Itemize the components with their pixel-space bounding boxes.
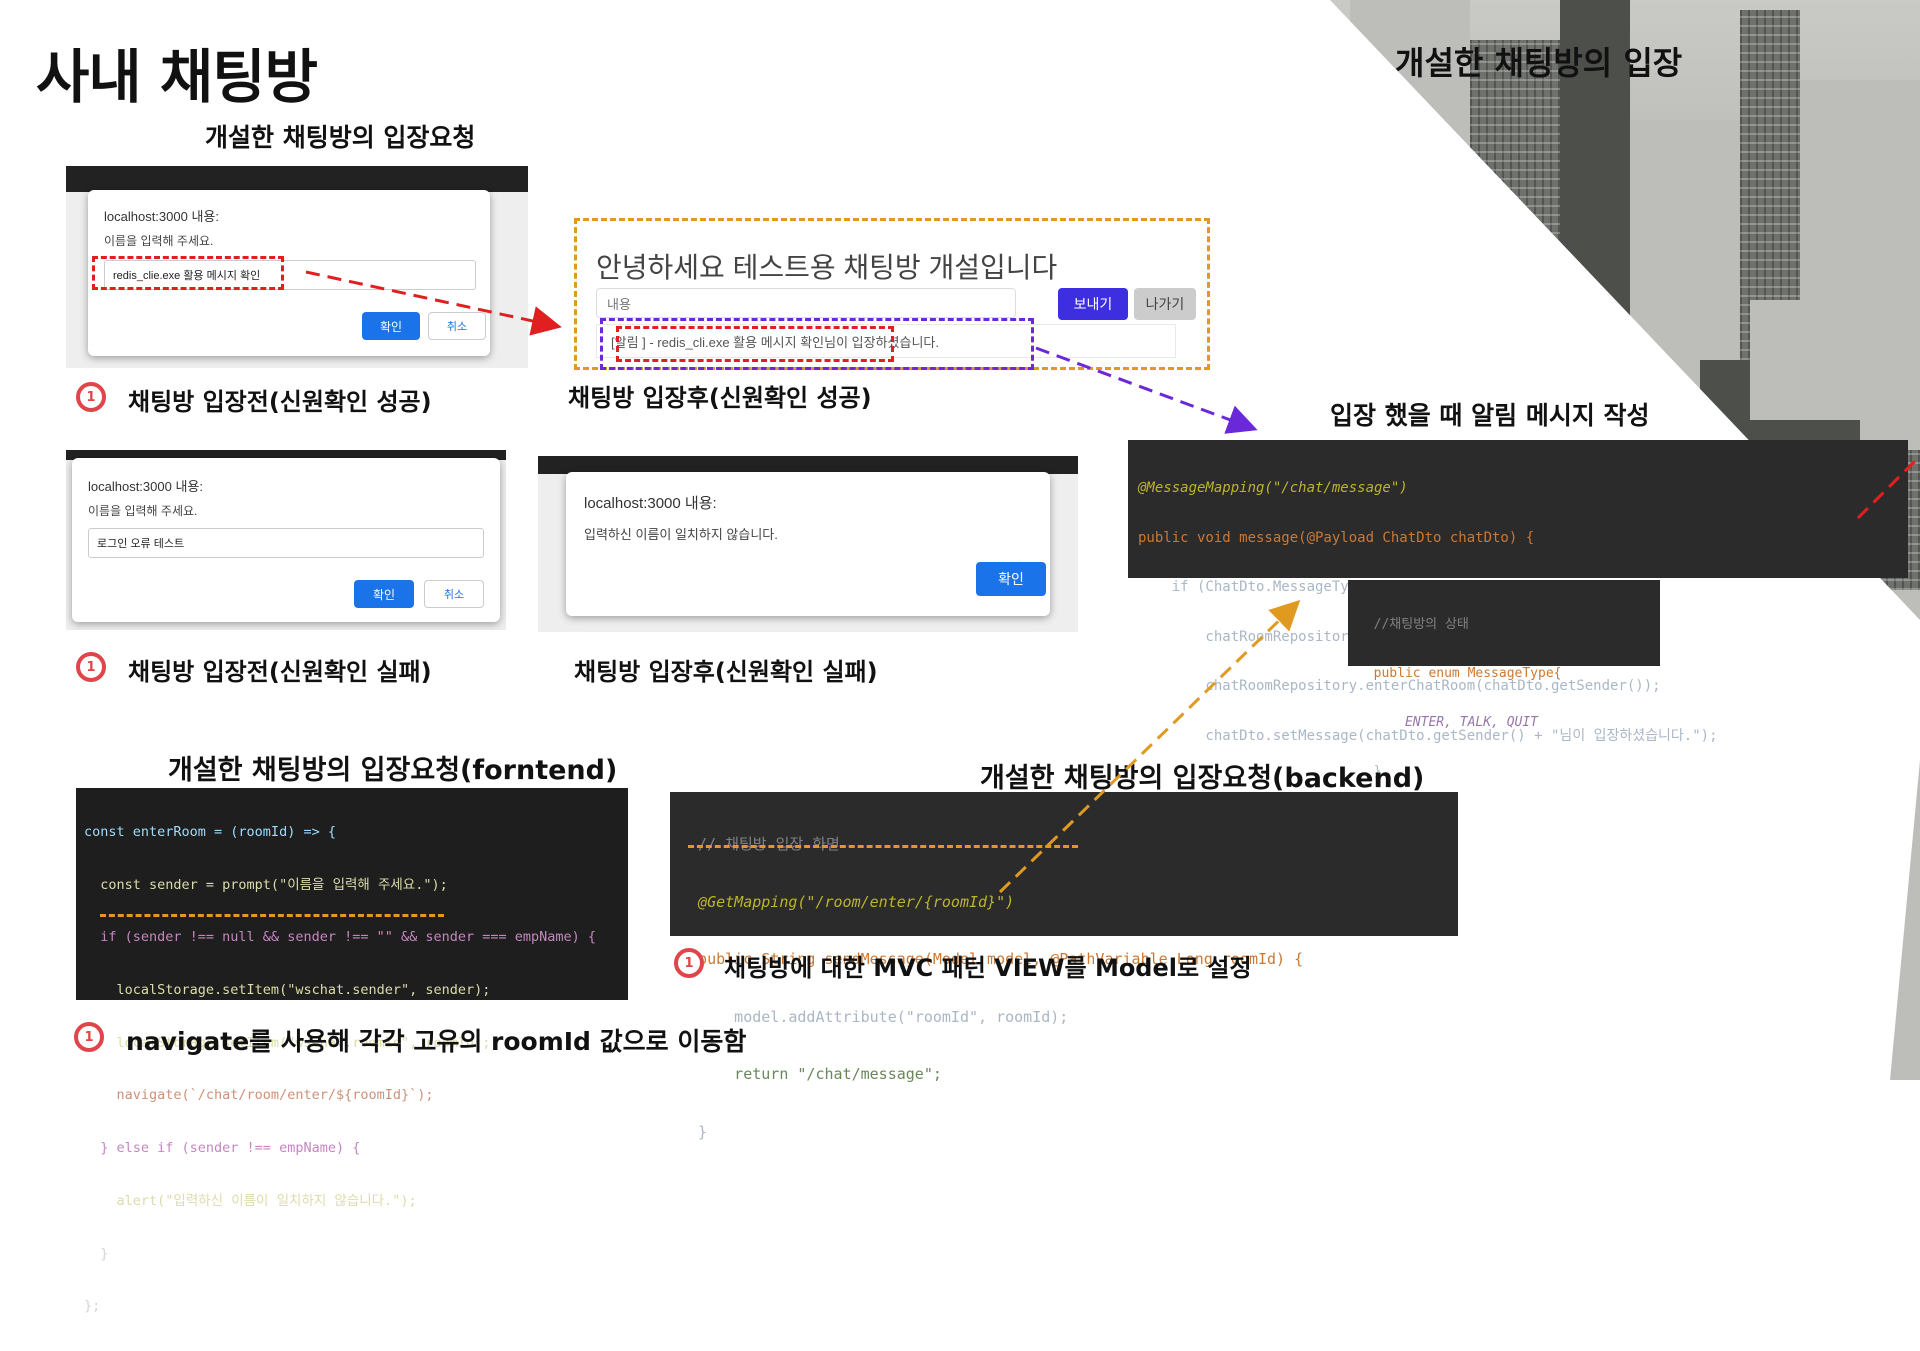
code-line: navigate(`/chat/room/enter/${roomId}`); xyxy=(84,1087,434,1104)
red-dash-edge xyxy=(1856,454,1920,520)
code-line: }; xyxy=(84,1298,101,1315)
red-arrow xyxy=(305,270,562,336)
code-line: } xyxy=(84,1245,109,1262)
connector-arrows xyxy=(305,270,1920,894)
purple-arrow xyxy=(1035,346,1258,434)
code-line: } xyxy=(680,1122,708,1141)
code-line: alert("입력하신 이름이 일치하지 않습니다."); xyxy=(84,1192,417,1209)
orange-arrow xyxy=(998,599,1301,894)
code-line: } else if (sender !== empName) { xyxy=(84,1140,361,1157)
